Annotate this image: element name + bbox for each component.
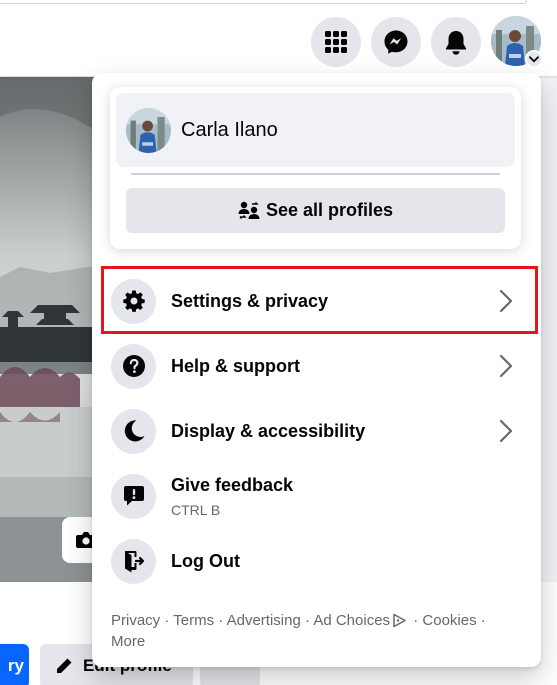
account-chevron [525,50,543,68]
feedback-icon [123,486,144,506]
menu-icon-circle [111,278,156,324]
menu-icon-circle [111,538,156,584]
menu-icon-circle [111,408,156,454]
menu-item-settings-privacy[interactable]: Settings & privacy [102,271,531,331]
menu-icon-circle [111,473,156,519]
divider [131,173,500,175]
top-navigation-bar [0,0,557,76]
chevron-down-icon [529,55,539,62]
messenger-icon [384,30,408,54]
see-all-profiles-label: See all profiles [265,200,394,220]
chevron-right-icon [499,354,513,378]
logout-icon [124,551,144,573]
messenger-button[interactable] [371,17,421,67]
current-profile[interactable]: Carla Ilano [116,93,515,167]
moon-icon [124,420,144,442]
menu-item-label: Log Out [171,550,240,571]
menu-item-label: Settings & privacy [171,290,329,311]
menu-button[interactable] [311,17,361,67]
search-field-edge [0,0,527,4]
keyboard-shortcut: CTRL B [171,501,221,518]
question-icon [122,355,145,377]
gear-icon [122,290,145,312]
account-button[interactable] [491,16,543,68]
menu-icon-circle [111,343,156,389]
notifications-button[interactable] [431,17,481,67]
footer-link-ad-choices[interactable]: Ad Choices [313,612,390,629]
menu-item-label: Give feedback [171,474,294,495]
bell-icon [446,31,466,55]
menu-item-label: Display & accessibility [171,420,366,441]
footer-separator: · [300,612,314,629]
footer-separator: · [160,612,174,629]
footer-separator: · [476,612,486,629]
profile-name: Carla Ilano [181,118,278,141]
chevron-right-icon [499,419,513,443]
menu-item-help-support[interactable]: Help & support [102,336,531,396]
menu-footer: Privacy · Terms · Advertising · Ad Choic… [111,610,521,652]
profile-card: Carla Ilano See all profiles [110,87,521,249]
pencil-icon [57,658,72,673]
menu-item-give-feedback[interactable]: Give feedback CTRL B [102,466,531,526]
footer-link-advertising[interactable]: Advertising [227,612,301,629]
grid-icon [325,31,347,53]
chevron-right-icon [499,289,513,313]
footer-link-privacy[interactable]: Privacy [111,612,160,629]
feedback-text: Give feedback CTRL B [171,475,293,518]
footer-separator: · [214,612,227,629]
footer-link-terms[interactable]: Terms [173,612,214,629]
see-all-profiles-button[interactable]: See all profiles [126,188,505,233]
footer-link-cookies[interactable]: Cookies [422,612,476,629]
footer-separator: · [409,612,423,629]
add-to-story-button[interactable]: ry [0,644,29,685]
account-menu: Carla Ilano See all profiles Settings & … [92,73,541,667]
footer-link-more[interactable]: More [111,633,145,650]
menu-item-log-out[interactable]: Log Out [102,531,531,591]
ad-choices-icon [393,613,406,628]
menu-item-display-accessibility[interactable]: Display & accessibility [102,401,531,461]
switch-profiles-icon [238,201,260,219]
menu-item-label: Help & support [171,355,300,376]
profile-avatar [126,107,171,153]
